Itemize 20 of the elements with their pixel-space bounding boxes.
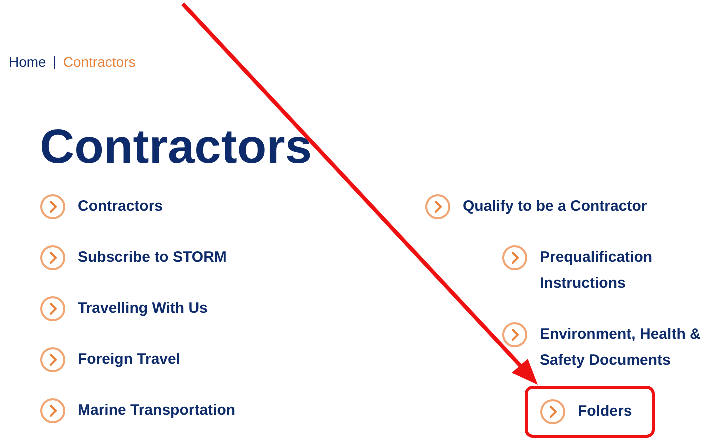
chevron-circle-icon [502,322,528,348]
chevron-circle-icon [425,194,451,220]
nav-link[interactable]: Subscribe to STORM [40,245,425,271]
page-title: Contractors [40,120,314,176]
chevron-circle-icon [40,398,66,424]
nav-link[interactable]: Marine Transportation [40,398,425,424]
nav-link[interactable]: Folders [525,386,656,438]
breadcrumb-link[interactable]: Home [9,53,46,71]
nav-link[interactable]: Qualify to be a Contractor [425,194,648,220]
nav-link[interactable]: Prequalification Instructions [502,245,708,297]
chevron-circle-icon [40,296,66,322]
nav-link[interactable]: Travelling With Us [40,296,425,322]
nav-link[interactable]: Foreign Travel [40,347,425,373]
nav-link[interactable]: Contractors [40,194,425,220]
chevron-circle-icon [502,245,528,271]
nav-link[interactable]: Environment, Health & Safety Documents [502,322,708,374]
chevron-circle-icon [540,399,566,425]
chevron-circle-icon [40,347,66,373]
chevron-circle-icon [40,194,66,220]
chevron-circle-icon [40,245,66,271]
